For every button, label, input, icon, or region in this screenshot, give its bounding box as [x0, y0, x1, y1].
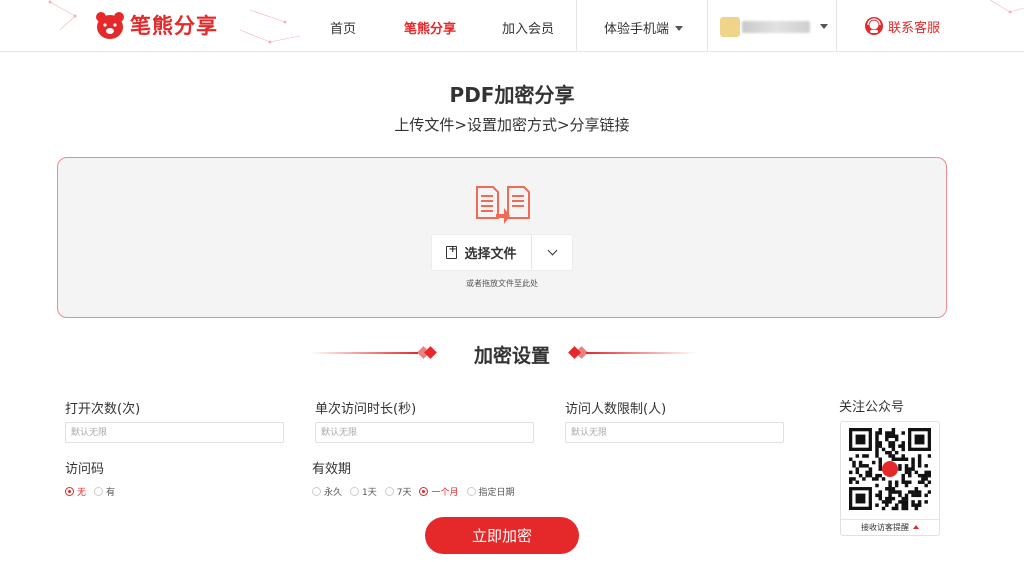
caret-up-icon: [913, 525, 919, 529]
validity-radio-custom-date[interactable]: 指定日期: [466, 485, 515, 498]
access-code-radio-none[interactable]: 无: [65, 485, 86, 498]
radio-checked-icon: [65, 487, 74, 496]
caret-down-icon: [675, 26, 684, 31]
page-title: PDF加密分享: [449, 83, 575, 107]
duration-input[interactable]: [315, 422, 534, 443]
qr-card: 接收访客提醒: [840, 421, 940, 536]
qr-title: 关注公众号: [839, 400, 905, 415]
user-menu-caret-icon[interactable]: [820, 24, 828, 29]
open-count-label: 打开次数(次): [65, 402, 141, 417]
choose-file-button-group: 选择文件: [432, 235, 572, 270]
user-avatar[interactable]: [720, 17, 740, 37]
radio-checked-icon: [419, 487, 429, 496]
validity-label: 有效期: [312, 462, 352, 477]
visitor-limit-input[interactable]: [565, 422, 784, 443]
validity-radio-7days[interactable]: 7天: [384, 485, 412, 498]
validity-radio-1day[interactable]: 1天: [350, 485, 377, 498]
radio-label: 指定日期: [478, 488, 515, 498]
nav-mobile-label: 体验手机端: [604, 22, 670, 37]
access-code-radio-yes[interactable]: 有: [94, 485, 115, 498]
choose-file-button[interactable]: 选择文件: [432, 235, 532, 270]
radio-label: 有: [106, 488, 116, 498]
validity-radio-permanent[interactable]: 永久: [312, 485, 342, 498]
nav-divider: [707, 0, 708, 52]
bear-logo-icon: [96, 12, 124, 39]
duration-label: 单次访问时长(秒): [315, 402, 417, 417]
customer-service-icon: [865, 17, 883, 35]
visitor-alert-toggle[interactable]: 接收访客提醒: [841, 519, 939, 536]
contact-service-label: 联系客服: [888, 20, 941, 36]
radio-label: 一个月: [431, 488, 459, 498]
radio-unchecked-icon: [312, 487, 321, 496]
choose-file-dropdown[interactable]: [532, 235, 572, 270]
page-steps: 上传文件>设置加密方式>分享链接: [394, 116, 630, 134]
brand-logo[interactable]: 笔熊分享: [94, 10, 218, 40]
radio-unchecked-icon: [384, 487, 394, 496]
open-count-input[interactable]: [65, 422, 284, 443]
radio-unchecked-icon: [94, 487, 104, 496]
visitor-limit-label: 访问人数限制(人): [565, 402, 667, 417]
validity-radio-group: 永久 1天 7天 一个月 指定日期: [312, 485, 523, 498]
encryption-settings-heading: 加密设置: [473, 345, 550, 367]
nav-mobile[interactable]: 体验手机端: [604, 18, 684, 37]
access-code-label: 访问码: [65, 462, 105, 477]
drag-hint: 或者拖放文件至此处: [466, 279, 538, 288]
nav-join-member[interactable]: 加入会员: [502, 18, 554, 37]
top-header: 笔熊分享 首页 笔熊分享 加入会员 体验手机端 联系客服: [0, 0, 1024, 52]
upload-dropzone[interactable]: 选择文件 或者拖放文件至此处: [57, 157, 947, 318]
decorative-network-lines-right: [989, 0, 1024, 14]
radio-label: 7天: [396, 488, 412, 498]
nav-divider: [836, 0, 837, 52]
pdf-files-icon: [476, 186, 530, 224]
nav-home[interactable]: 首页: [330, 18, 356, 37]
radio-label: 1天: [362, 488, 377, 498]
access-code-radio-group: 无 有: [65, 485, 123, 498]
encrypt-now-button[interactable]: 立即加密: [425, 517, 579, 554]
brand-name: 笔熊分享: [130, 14, 218, 38]
heading-decor-line-right: [586, 352, 696, 354]
nav-divider: [576, 0, 577, 52]
radio-label: 永久: [324, 488, 343, 498]
chevron-down-icon: [547, 245, 557, 256]
contact-service-link[interactable]: 联系客服: [864, 16, 940, 36]
choose-file-label: 选择文件: [464, 247, 517, 262]
radio-unchecked-icon: [466, 487, 476, 496]
nav-bixiong-share[interactable]: 笔熊分享: [404, 18, 456, 37]
user-name-blurred[interactable]: [742, 21, 810, 33]
wechat-qr-code-image: [849, 428, 931, 511]
radio-label: 无: [77, 488, 87, 498]
visitor-alert-label: 接收访客提醒: [861, 523, 909, 532]
radio-unchecked-icon: [350, 487, 360, 496]
validity-radio-1month[interactable]: 一个月: [419, 485, 459, 498]
file-add-icon: [446, 244, 458, 259]
